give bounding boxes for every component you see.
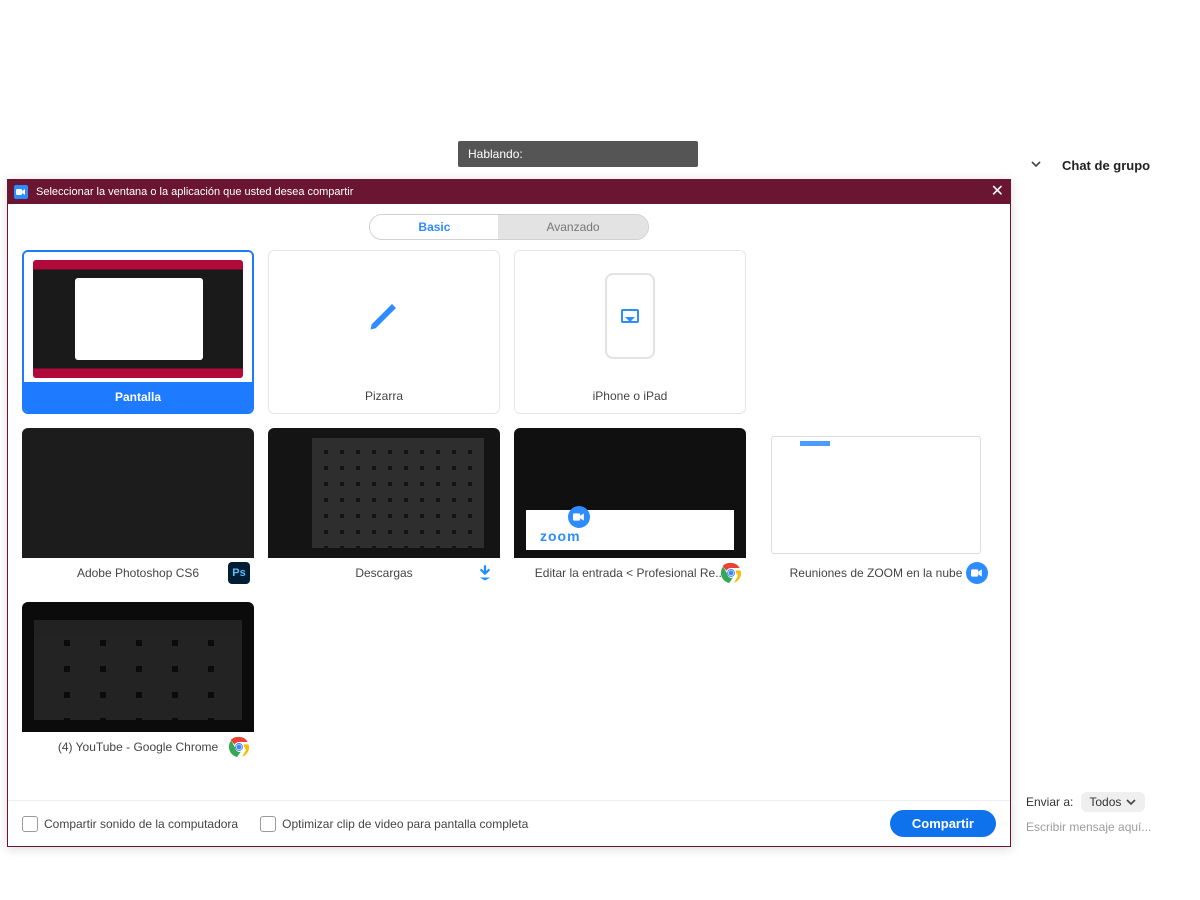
share-tabs: Basic Avanzado <box>369 214 648 240</box>
photoshop-thumb <box>22 428 254 558</box>
share-options-grid: Pantalla Pizarra iPhone o iPad Adob <box>22 250 996 762</box>
photoshop-icon: Ps <box>228 562 250 584</box>
dialog-footer: Compartir sonido de la computadora Optim… <box>8 800 1010 846</box>
tile-downloads[interactable]: Descargas <box>268 428 500 588</box>
share-screen-dialog: Seleccionar la ventana o la aplicación q… <box>7 179 1011 847</box>
zoom-icon <box>966 562 988 584</box>
tile-chrome-editor[interactable]: zoom Editar la entrada < Profesional Re.… <box>514 428 746 588</box>
chat-header: Chat de grupo <box>1026 154 1200 177</box>
close-button[interactable]: ✕ <box>991 184 1004 200</box>
send-to-value: Todos <box>1089 795 1121 809</box>
pencil-icon <box>366 298 402 334</box>
checkbox-icon <box>22 816 38 832</box>
tile-whiteboard[interactable]: Pizarra <box>268 250 500 414</box>
chat-panel: Chat de grupo Enviar a: Todos Escribir m… <box>1026 154 1200 834</box>
tile-youtube[interactable]: (4) YouTube - Google Chrome <box>22 602 254 762</box>
speaking-label: Hablando: <box>468 147 523 161</box>
airplay-icon <box>621 309 639 323</box>
speaking-indicator: Hablando: <box>458 141 698 167</box>
tab-advanced[interactable]: Avanzado <box>498 215 647 239</box>
chrome-icon <box>720 562 742 584</box>
checkbox-label: Compartir sonido de la computadora <box>44 817 238 831</box>
send-to-dropdown[interactable]: Todos <box>1081 792 1145 812</box>
zoom-circle-icon <box>568 506 590 528</box>
zoom-wordmark: zoom <box>540 528 581 544</box>
tile-iphone-ipad[interactable]: iPhone o iPad <box>514 250 746 414</box>
chat-input[interactable]: Escribir mensaje aquí... <box>1026 820 1200 834</box>
tile-screen[interactable]: Pantalla <box>22 250 254 414</box>
chat-send-row: Enviar a: Todos <box>1026 792 1200 812</box>
downloads-thumb <box>268 428 500 558</box>
dialog-titlebar: Seleccionar la ventana o la aplicación q… <box>8 180 1010 204</box>
download-arrow-icon <box>474 562 496 584</box>
tile-label: Pantalla <box>24 382 252 412</box>
checkbox-label: Optimizar clip de video para pantalla co… <box>282 817 528 831</box>
tab-basic[interactable]: Basic <box>370 215 498 239</box>
zoom-cloud-thumb <box>760 428 992 558</box>
checkbox-optimize-video[interactable]: Optimizar clip de video para pantalla co… <box>260 816 528 832</box>
tile-zoom-cloud[interactable]: Reuniones de ZOOM en la nube <box>760 428 992 588</box>
tile-label: Reuniones de ZOOM en la nube <box>760 558 992 588</box>
chat-messages <box>1026 177 1200 792</box>
chrome-icon <box>228 736 250 758</box>
share-button[interactable]: Compartir <box>890 810 996 837</box>
screen-thumb <box>33 260 243 378</box>
tile-label: iPhone o iPad <box>515 381 745 411</box>
chevron-down-icon[interactable] <box>1030 158 1042 173</box>
zoom-app-icon <box>14 185 28 199</box>
youtube-thumb <box>22 602 254 732</box>
iphone-thumb <box>515 251 745 381</box>
dialog-title: Seleccionar la ventana o la aplicación q… <box>36 186 353 198</box>
tile-label: Descargas <box>268 558 500 588</box>
send-to-label: Enviar a: <box>1026 795 1073 809</box>
tile-label: Pizarra <box>269 381 499 411</box>
chevron-down-icon <box>1125 796 1137 808</box>
tile-photoshop[interactable]: Adobe Photoshop CS6 Ps <box>22 428 254 588</box>
chat-title: Chat de grupo <box>1062 158 1150 173</box>
checkbox-share-audio[interactable]: Compartir sonido de la computadora <box>22 816 238 832</box>
tile-label: Adobe Photoshop CS6 <box>22 558 254 588</box>
checkbox-icon <box>260 816 276 832</box>
tile-label: Editar la entrada < Profesional Re... <box>514 558 746 588</box>
tabs-row: Basic Avanzado <box>8 204 1010 246</box>
tile-label: (4) YouTube - Google Chrome <box>22 732 254 762</box>
chrome-editor-thumb: zoom <box>514 428 746 558</box>
whiteboard-thumb <box>269 251 499 381</box>
